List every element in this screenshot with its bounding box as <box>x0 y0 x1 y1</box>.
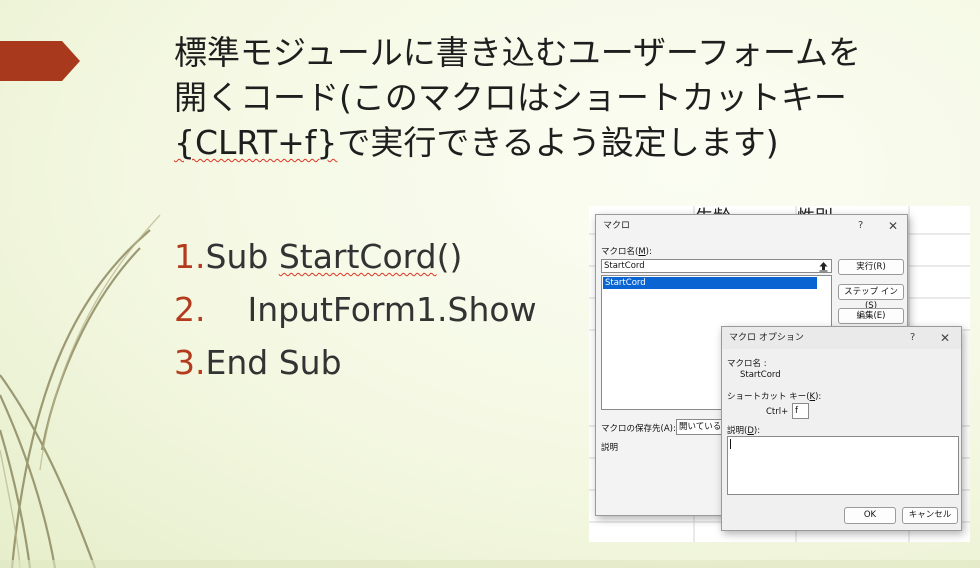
title-line-3: {CLRT+f}で実行できるよう設定します) <box>174 120 954 165</box>
description-label: 説明(D): <box>727 424 760 436</box>
help-button[interactable]: ? <box>910 327 915 349</box>
description-label-suffix: ): <box>753 426 761 436</box>
text-caret <box>730 439 731 449</box>
help-button[interactable]: ? <box>858 215 863 237</box>
close-button[interactable]: ✕ <box>940 327 950 349</box>
code-line: 2. InputForm1.Show <box>174 283 537 336</box>
code-text: Sub StartCord() <box>206 237 463 276</box>
description-label: 説明 <box>601 443 619 453</box>
macro-name-input[interactable]: StartCord <box>601 259 832 273</box>
code-pre: End Sub <box>205 343 342 382</box>
line-number: 1. <box>174 237 206 276</box>
step-into-button[interactable]: ステップ イン(S) <box>838 284 904 311</box>
ctrl-label: Ctrl+ <box>766 407 789 417</box>
macro-name-value: StartCord <box>740 370 781 380</box>
upload-arrow-icon[interactable] <box>818 261 829 272</box>
code-pre: Sub <box>205 237 279 276</box>
line-number: 2. <box>174 290 206 329</box>
description-textarea[interactable] <box>727 436 959 495</box>
macro-options-dialog: マクロ オプション ? ✕ マクロ名 : StartCord ショートカット キ… <box>721 326 962 531</box>
cancel-button[interactable]: キャンセル <box>902 507 958 524</box>
code-pre: InputForm1.Show <box>205 290 537 329</box>
embedded-screenshot: 生齢 性別 マクロ ? ✕ マクロ名(M): StartCord StartCo… <box>589 206 970 542</box>
macro-options-dialog-title: マクロ オプション <box>722 327 961 349</box>
code-list: 1.Sub StartCord() 2. InputForm1.Show 3.E… <box>174 230 537 389</box>
code-text: InputForm1.Show <box>205 290 537 329</box>
code-line: 1.Sub StartCord() <box>174 230 537 283</box>
macro-name-label-prefix: マクロ名( <box>601 247 639 257</box>
title-line-3-rest: で実行できるよう設定します) <box>337 123 779 162</box>
macro-name-label-key: M <box>638 247 646 257</box>
description-label-prefix: 説明( <box>727 426 748 436</box>
slide-title: 標準モジュールに書き込むユーザーフォームを 開くコード(このマクロはショートカッ… <box>174 30 954 165</box>
shortcut-key-label-suffix: ): <box>815 392 822 402</box>
presentation-slide: 標準モジュールに書き込むユーザーフォームを 開くコード(このマクロはショートカッ… <box>0 0 980 568</box>
line-number: 3. <box>174 343 206 382</box>
shortcut-key-label-prefix: ショートカット キー( <box>727 392 810 402</box>
title-line-2: 開くコード(このマクロはショートカットキー <box>174 78 847 117</box>
close-button[interactable]: ✕ <box>888 215 898 237</box>
code-underlined: StartCord <box>278 237 437 276</box>
title-shortcut-text: {CLRT+f} <box>174 123 338 162</box>
title-line-1: 標準モジュールに書き込むユーザーフォームを <box>174 33 862 72</box>
code-post: () <box>436 237 463 276</box>
macro-name-label: マクロ名(M): <box>601 245 652 257</box>
shortcut-key-input[interactable]: f <box>792 403 809 419</box>
run-button[interactable]: 実行(R) <box>838 259 904 275</box>
ok-button[interactable]: OK <box>844 507 896 524</box>
edit-button[interactable]: 編集(E) <box>838 308 904 324</box>
code-text: End Sub <box>206 343 342 382</box>
macro-name-label-suffix: ): <box>645 247 652 257</box>
macro-store-label: マクロの保存先(A): <box>601 424 676 434</box>
shortcut-key-label: ショートカット キー(K): <box>727 390 821 402</box>
code-line: 3.End Sub <box>174 336 537 389</box>
accent-arrow-shape <box>0 41 80 81</box>
macro-list-item[interactable]: StartCord <box>603 277 817 289</box>
macro-name-label: マクロ名 : <box>727 359 767 369</box>
